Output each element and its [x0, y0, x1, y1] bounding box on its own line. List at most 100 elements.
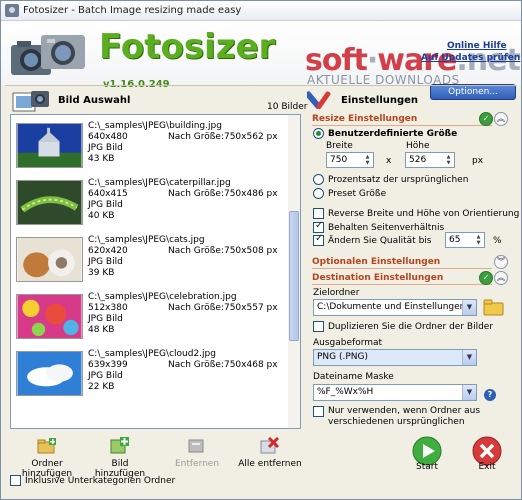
duplicate-folders-option[interactable]: Duplizieren Sie die Ordner der Bilder: [313, 321, 493, 332]
target-folder-select[interactable]: C:\Dokumente und Einstellungen\F ▼: [313, 299, 477, 316]
preset-option[interactable]: Preset Größe: [313, 188, 386, 199]
thumbnail-building: [16, 123, 83, 168]
width-spinner-icon[interactable]: ▲ ▼: [363, 154, 372, 166]
app-header: Fotosizer v1.16.0.249 soft·ware.net AKTU…: [1, 21, 521, 100]
custom-size-option[interactable]: Benutzerdefinierte Größe: [313, 128, 457, 139]
only-different-folder-line1: Nur verwenden, wenn Ordner aus: [328, 406, 481, 416]
camera-app-icon: [5, 4, 19, 17]
online-help-link[interactable]: Online Hilfe: [447, 41, 507, 51]
quality-spinner-icon[interactable]: ▲ ▼: [474, 234, 483, 246]
keep-ratio-option[interactable]: Behalten Seitenverhältnis: [313, 220, 445, 233]
image-selection-icon: [12, 91, 49, 112]
reverse-orientation-option[interactable]: Reverse Breite und Höhe von Orientierung: [313, 208, 519, 219]
window-title: Fotosizer - Batch Image resizing made ea…: [23, 5, 242, 16]
keep-ratio-checkbox[interactable]: [313, 220, 324, 233]
change-quality-option[interactable]: Ändern Sie Qualität bis: [313, 233, 432, 246]
destination-section-line: [312, 284, 492, 285]
output-format-select[interactable]: PNG (.PNG) ▼: [313, 349, 477, 366]
item-path: C:\_samples\JPEG\building.jpg: [88, 121, 222, 131]
thumbnail-celebration: [16, 294, 83, 339]
include-subfolders-checkbox[interactable]: [10, 475, 21, 486]
item-target-size: Nach Größe:750x508 px: [168, 246, 278, 256]
help-icon[interactable]: ?: [484, 389, 496, 401]
collapse-resize-icon[interactable]: ︽: [494, 112, 508, 126]
reverse-orientation-label: Reverse Breite und Höhe von Orientierung: [328, 209, 520, 219]
add-folder-button[interactable]: Ordner hinzufügen: [11, 437, 83, 479]
image-count: 10 Bilder: [267, 102, 308, 112]
check-updates-link[interactable]: Auf Updates prüfen: [421, 53, 520, 63]
collapse-destination-icon[interactable]: ︽: [494, 271, 508, 285]
only-different-folder-option[interactable]: Nur verwenden, wenn Ordner aus verschiede…: [313, 406, 480, 428]
change-quality-checkbox[interactable]: [313, 233, 324, 246]
height-spinner-icon[interactable]: ▲ ▼: [444, 154, 453, 166]
item-dimensions: 512x380: [88, 303, 128, 313]
duplicate-folders-checkbox[interactable]: [313, 321, 324, 332]
thumbnail-caterpillar: [16, 180, 83, 225]
item-dimensions: 640x415: [88, 189, 128, 199]
filename-mask-select[interactable]: %F_%Wx%H ▼: [313, 384, 477, 401]
chevron-down-icon: ▼: [462, 300, 476, 315]
duplicate-folders-label: Duplizieren Sie die Ordner der Bilder: [328, 322, 494, 332]
item-size: 40 KB: [88, 211, 115, 221]
preset-label: Preset Größe: [328, 189, 387, 199]
item-target-size: Nach Größe:750x562 px: [168, 132, 278, 142]
list-item[interactable]: C:\_samples\JPEG\building.jpg 640x480 Na…: [14, 118, 284, 173]
item-path: C:\_samples\JPEG\caterpillar.jpg: [88, 178, 231, 188]
percent-option[interactable]: Prozentsatz der ursprünglichen: [313, 174, 468, 185]
keep-ratio-label: Behalten Seitenverhältnis: [328, 223, 445, 233]
options-button[interactable]: Optionen...: [430, 84, 516, 100]
quality-input[interactable]: 65 ▲ ▼: [445, 232, 485, 248]
filename-mask-value: %F_%Wx%H: [317, 387, 374, 397]
item-path: C:\_samples\JPEG\cloud2.jpg: [88, 349, 216, 359]
item-target-size: Nach Größe:750x468 px: [168, 360, 278, 370]
image-list[interactable]: C:\_samples\JPEG\building.jpg 640x480 Na…: [10, 114, 301, 429]
scrollbar-thumb[interactable]: [289, 211, 299, 341]
header-divider: [5, 85, 517, 86]
item-dimensions: 639x399: [88, 360, 128, 370]
reverse-orientation-checkbox[interactable]: [313, 208, 324, 219]
target-folder-label: Zielordner: [313, 288, 360, 298]
settings-title: Einstellungen: [341, 95, 419, 106]
remove-all-button[interactable]: Alle entfernen: [237, 436, 303, 469]
include-subfolders-option[interactable]: Inklusive Unterkategorien Ordner: [10, 475, 175, 486]
thumbnail-cats: [16, 237, 83, 282]
only-different-folder-label: Nur verwenden, wenn Ordner aus verschiede…: [328, 406, 480, 428]
list-scrollbar[interactable]: [288, 115, 300, 428]
item-target-size: Nach Größe:750x557 px: [168, 303, 278, 313]
item-size: 22 KB: [88, 382, 115, 392]
height-label: Höhe: [406, 141, 430, 151]
height-input[interactable]: 526 ▲ ▼: [405, 152, 455, 168]
exit-label: Exit: [478, 462, 496, 472]
list-item[interactable]: C:\_samples\JPEG\celebration.jpg 512x380…: [14, 289, 284, 344]
resize-enabled-icon[interactable]: ✓: [479, 112, 493, 126]
custom-size-radio[interactable]: [313, 128, 324, 139]
chevron-down-icon: ▼: [462, 385, 476, 400]
item-type: JPG Bild: [88, 200, 123, 210]
destination-enabled-icon[interactable]: ✓: [479, 271, 493, 285]
add-image-button[interactable]: Bild hinzufügen: [87, 437, 153, 479]
output-format-value: PNG (.PNG): [317, 352, 369, 362]
add-image-icon: [110, 437, 130, 455]
item-size: 48 KB: [88, 325, 115, 335]
resize-section-title: Resize Einstellungen: [312, 114, 418, 124]
width-input[interactable]: 750 ▲ ▼: [326, 152, 374, 168]
expand-optional-icon[interactable]: ︾: [494, 255, 508, 269]
percent-radio[interactable]: [313, 174, 324, 185]
list-item[interactable]: C:\_samples\JPEG\cloud2.jpg 639x399 Nach…: [14, 346, 284, 401]
list-item[interactable]: C:\_samples\JPEG\caterpillar.jpg 640x415…: [14, 175, 284, 230]
width-label: Breite: [326, 141, 353, 151]
add-folder-icon: [37, 437, 57, 455]
main-window: Fotosizer - Batch Image resizing made ea…: [0, 0, 522, 500]
height-value: 526: [409, 155, 427, 165]
remove-button[interactable]: Entfernen: [169, 437, 225, 469]
change-quality-label: Ändern Sie Qualität bis: [328, 236, 432, 246]
thumbnail-cloud: [16, 351, 83, 396]
item-type: JPG Bild: [88, 257, 123, 267]
item-type: JPG Bild: [88, 143, 123, 153]
list-item[interactable]: C:\_samples\JPEG\cats.jpg 620x420 Nach G…: [14, 232, 284, 287]
only-different-folder-checkbox[interactable]: [313, 406, 324, 417]
preset-radio[interactable]: [313, 188, 324, 199]
browse-folder-icon[interactable]: [483, 298, 505, 316]
resize-section-line: [312, 125, 492, 126]
only-different-folder-line2: verschiedenen ursprünglichen: [328, 417, 465, 427]
